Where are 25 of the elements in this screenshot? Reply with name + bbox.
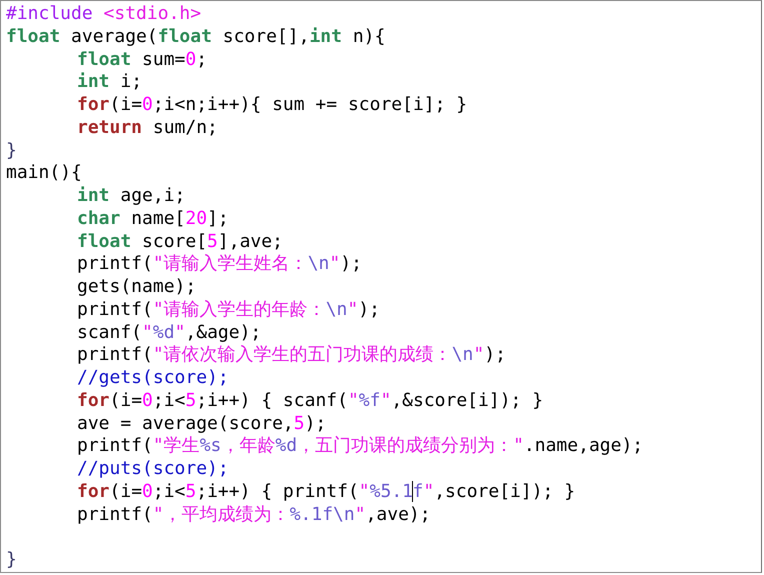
code-line: //puts(score); (76, 458, 229, 481)
code-line: int i; (76, 71, 142, 94)
code-line: for(i=0;i<n;i++){ sum += score[i]; } (76, 94, 468, 117)
code-line: } (6, 549, 17, 572)
code-line: } (6, 140, 17, 162)
code-line: main(){ (6, 162, 82, 185)
code-editor[interactable] (0, 0, 762, 573)
code-line: int age,i; (76, 185, 186, 208)
code-line: return sum/n; (76, 116, 218, 140)
code-line: //gets(score); (76, 367, 229, 390)
code-line: float score[5],ave; (76, 230, 283, 254)
code-line: scanf("%d",&age); (76, 322, 262, 344)
code-line: printf("请输入学生的年龄：\n"); (76, 298, 380, 322)
code-line: char name[20]; (76, 208, 229, 230)
code-line: printf("，平均成绩为：%.1f\n",ave); (76, 504, 431, 526)
code-line: printf("请输入学生姓名：\n"); (76, 253, 362, 276)
code-line: for(i=0;i<5;i++) { scanf("%f",&score[i]); } (76, 390, 544, 412)
code-line: printf("请依次输入学生的五门功课的成绩：\n"); (76, 344, 506, 367)
code-line: printf("学生%s，年龄%d，五门功课的成绩分别为：".name,age); (76, 435, 644, 458)
code-line: ave = average(score,5); (76, 412, 326, 436)
code-line: #include <stdio.h> (6, 3, 202, 26)
code-line: float sum=0; (76, 48, 208, 72)
code-line: float average(float score[],int n){ (6, 26, 386, 48)
code-line: gets(name); (76, 276, 196, 299)
code-line: for(i=0;i<5;i++) { printf("%5.1f",score[i]); } (76, 480, 576, 504)
